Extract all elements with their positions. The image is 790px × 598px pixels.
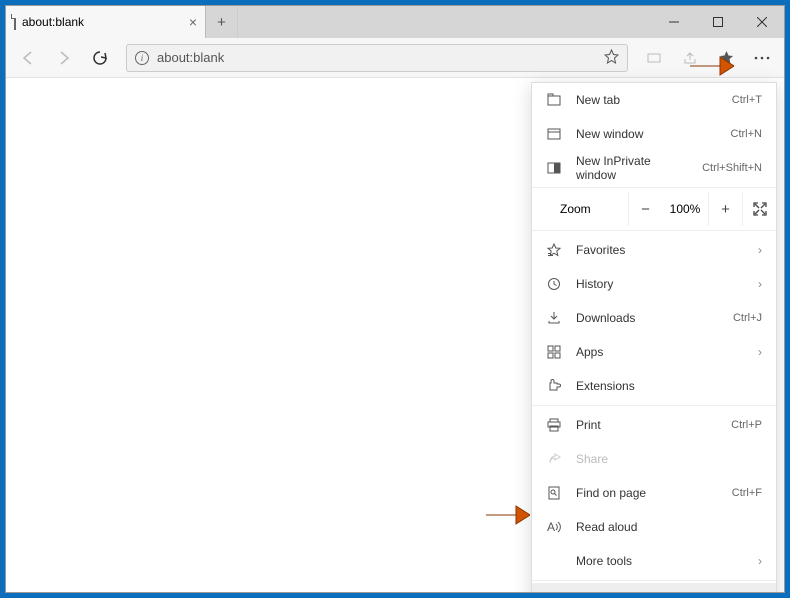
media-button[interactable] — [638, 42, 670, 74]
maximize-button[interactable] — [696, 6, 740, 38]
read-aloud-icon: A — [546, 520, 562, 534]
new-tab-button[interactable]: + — [206, 6, 238, 38]
chevron-right-icon: › — [758, 554, 762, 568]
menu-share: Share — [532, 442, 776, 476]
close-window-button[interactable] — [740, 6, 784, 38]
close-tab-icon[interactable]: × — [189, 14, 197, 30]
file-icon — [14, 15, 16, 29]
window-icon — [546, 127, 562, 141]
zoom-out-button[interactable]: − — [628, 192, 662, 226]
favorites-icon — [546, 243, 562, 257]
favorite-icon[interactable] — [604, 49, 619, 67]
back-button[interactable] — [12, 42, 44, 74]
url-text: about:blank — [157, 50, 224, 65]
refresh-button[interactable] — [84, 42, 116, 74]
menu-downloads[interactable]: Downloads Ctrl+J — [532, 301, 776, 335]
menu-zoom: Zoom − 100% + — [532, 190, 776, 228]
menu-history[interactable]: History › — [532, 267, 776, 301]
extensions-icon — [546, 379, 562, 393]
browser-tab[interactable]: about:blank × — [6, 6, 206, 38]
forward-button[interactable] — [48, 42, 80, 74]
svg-text:A: A — [547, 520, 555, 534]
new-tab-icon — [546, 93, 562, 107]
address-bar[interactable]: i about:blank — [126, 44, 628, 72]
fullscreen-button[interactable] — [742, 192, 776, 226]
zoom-in-button[interactable]: + — [708, 192, 742, 226]
menu-favorites[interactable]: Favorites › — [532, 233, 776, 267]
find-icon — [546, 486, 562, 500]
menu-find[interactable]: Find on page Ctrl+F — [532, 476, 776, 510]
more-menu-button[interactable] — [746, 42, 778, 74]
chevron-right-icon: › — [758, 345, 762, 359]
chevron-right-icon: › — [758, 277, 762, 291]
menu-more-tools[interactable]: More tools › — [532, 544, 776, 578]
menu-new-window[interactable]: New window Ctrl+N — [532, 117, 776, 151]
minimize-button[interactable] — [652, 6, 696, 38]
more-menu: New tab Ctrl+T New window Ctrl+N New InP… — [531, 82, 777, 593]
share-icon — [546, 452, 562, 466]
inprivate-icon — [546, 161, 562, 175]
menu-extensions[interactable]: Extensions — [532, 369, 776, 403]
zoom-level: 100% — [662, 202, 708, 216]
print-icon — [546, 418, 562, 432]
menu-settings[interactable]: Settings — [532, 583, 776, 593]
apps-icon — [546, 345, 562, 359]
menu-apps[interactable]: Apps › — [532, 335, 776, 369]
toolbar: i about:blank — [6, 38, 784, 78]
menu-read-aloud[interactable]: A Read aloud — [532, 510, 776, 544]
history-icon — [546, 277, 562, 291]
browser-window: about:blank × + i about:blank New tab Ct… — [5, 5, 785, 593]
menu-print[interactable]: Print Ctrl+P — [532, 408, 776, 442]
menu-new-inprivate[interactable]: New InPrivate window Ctrl+Shift+N — [532, 151, 776, 185]
menu-new-tab[interactable]: New tab Ctrl+T — [532, 83, 776, 117]
info-icon[interactable]: i — [135, 51, 149, 65]
annotation-arrow-more — [690, 51, 734, 81]
tab-title: about:blank — [22, 15, 84, 29]
titlebar: about:blank × + — [6, 6, 784, 38]
download-icon — [546, 311, 562, 325]
annotation-arrow-settings — [486, 500, 530, 530]
chevron-right-icon: › — [758, 243, 762, 257]
